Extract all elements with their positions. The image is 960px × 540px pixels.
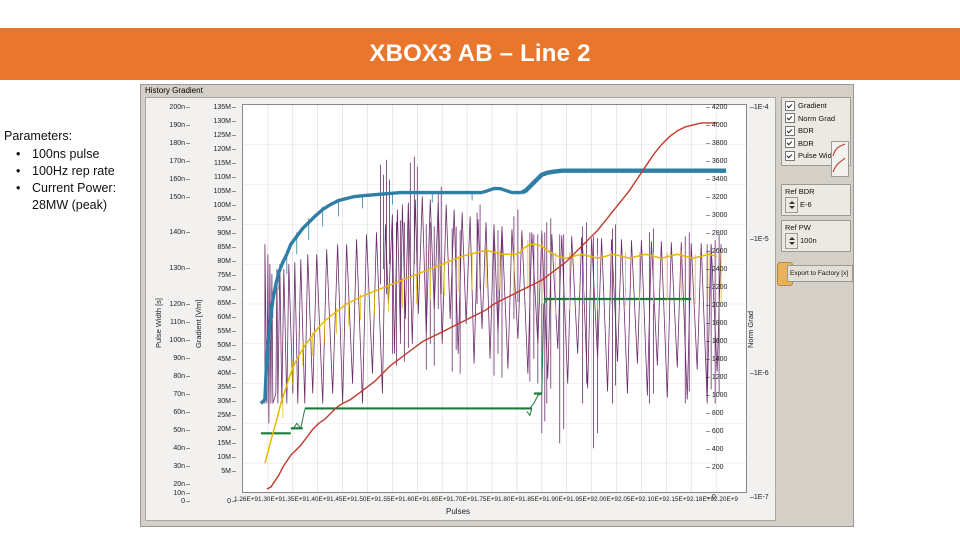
chart-control-panel: Gradient Norm Grad BDR BDR Pulse Width R… (777, 97, 853, 521)
page-title: XBOX3 AB – Line 2 (369, 40, 591, 67)
checkbox-norm-grad[interactable]: Norm Grad (785, 113, 847, 124)
list-item: • 100ns pulse (4, 146, 144, 163)
parameter-text: 100ns pulse (32, 147, 100, 161)
list-item: • 100Hz rep rate (4, 163, 144, 180)
checkbox-label: BDR (798, 138, 814, 148)
chart-svg (243, 105, 746, 492)
checkbox-icon[interactable] (785, 138, 795, 148)
checkbox-bdr-1[interactable]: BDR (785, 125, 847, 136)
export-to-factory-button[interactable]: Export to Factory [x] (787, 265, 853, 282)
axis-title-norm-grad: Norm Grad (746, 310, 755, 348)
ref-bdr-group: Ref BDR E-6 (781, 183, 851, 216)
parameters-block: Parameters: • 100ns pulse • 100Hz rep ra… (4, 128, 144, 214)
curve-preview-icon (832, 143, 846, 173)
ref-bdr-value[interactable]: E-6 (800, 200, 812, 209)
checkbox-icon[interactable] (785, 125, 795, 136)
series-gradient-blue (259, 168, 727, 405)
bullet-icon: • (16, 147, 21, 161)
chart-canvas[interactable] (242, 104, 747, 493)
checkbox-label: Gradient (798, 101, 827, 110)
history-gradient-window: History Gradient Pulse Width [s] Gradien… (140, 84, 854, 527)
plot-container: Pulse Width [s] Gradient [V/m] 200n– 190… (145, 97, 776, 521)
ref-pw-value[interactable]: 100n (800, 236, 817, 245)
legend-curve-icons (831, 141, 849, 177)
ref-bdr-spinner[interactable] (785, 196, 798, 213)
checkbox-gradient[interactable]: Gradient (785, 100, 847, 111)
title-banner: XBOX3 AB – Line 2 (0, 28, 960, 80)
parameters-heading: Parameters: (4, 129, 73, 143)
checkbox-label: BDR (798, 126, 814, 135)
checkbox-icon[interactable] (785, 150, 795, 161)
axis-title-gradient: Gradient [V/m] (194, 299, 203, 348)
bullet-icon: • (16, 181, 21, 195)
series-pulse-width (264, 156, 722, 449)
parameters-list: • 100ns pulse • 100Hz rep rate • Current… (4, 146, 144, 214)
parameter-text: Current Power: 28MW (peak) (32, 181, 117, 212)
list-item: • Current Power: 28MW (peak) (4, 180, 144, 214)
ref-bdr-label: Ref BDR (785, 186, 815, 196)
ref-pw-label: Ref PW (785, 222, 811, 232)
checkbox-label: Norm Grad (798, 113, 836, 123)
window-titlebar: History Gradient (141, 85, 853, 96)
checkbox-icon[interactable] (785, 113, 795, 123)
checkbox-icon[interactable] (785, 100, 795, 111)
parameter-text: 100Hz rep rate (32, 164, 115, 178)
ref-pw-spinner[interactable] (785, 232, 798, 249)
x-axis-label: Pulses (446, 507, 471, 516)
ref-pw-group: Ref PW 100n (781, 219, 851, 252)
bullet-icon: • (16, 164, 21, 178)
